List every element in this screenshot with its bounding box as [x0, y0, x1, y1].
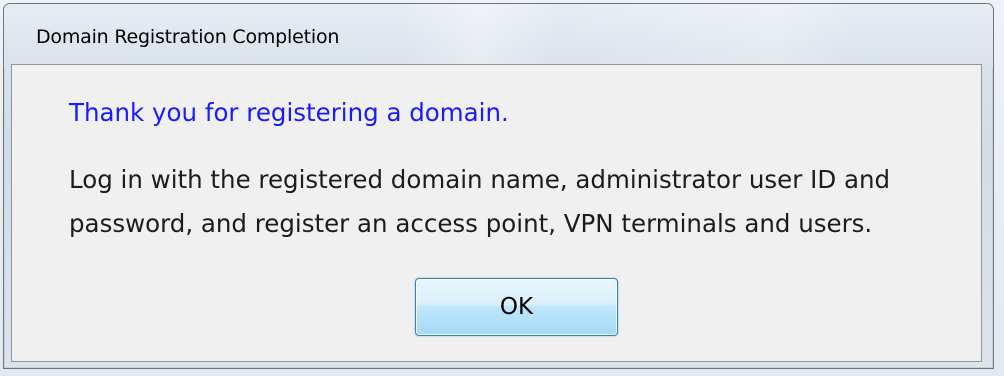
- ok-button[interactable]: OK: [415, 278, 618, 336]
- message-line-2: password, and register an access point, …: [69, 209, 873, 238]
- thank-you-heading: Thank you for registering a domain.: [69, 98, 509, 127]
- message-line-1: Log in with the registered domain name, …: [69, 165, 891, 194]
- window-title: Domain Registration Completion: [36, 26, 340, 48]
- dialog-window: Domain Registration Completion Thank you…: [3, 3, 994, 369]
- instruction-message: Log in with the registered domain name, …: [69, 158, 969, 246]
- title-bar[interactable]: Domain Registration Completion: [4, 4, 993, 68]
- dialog-content: Thank you for registering a domain. Log …: [11, 64, 982, 362]
